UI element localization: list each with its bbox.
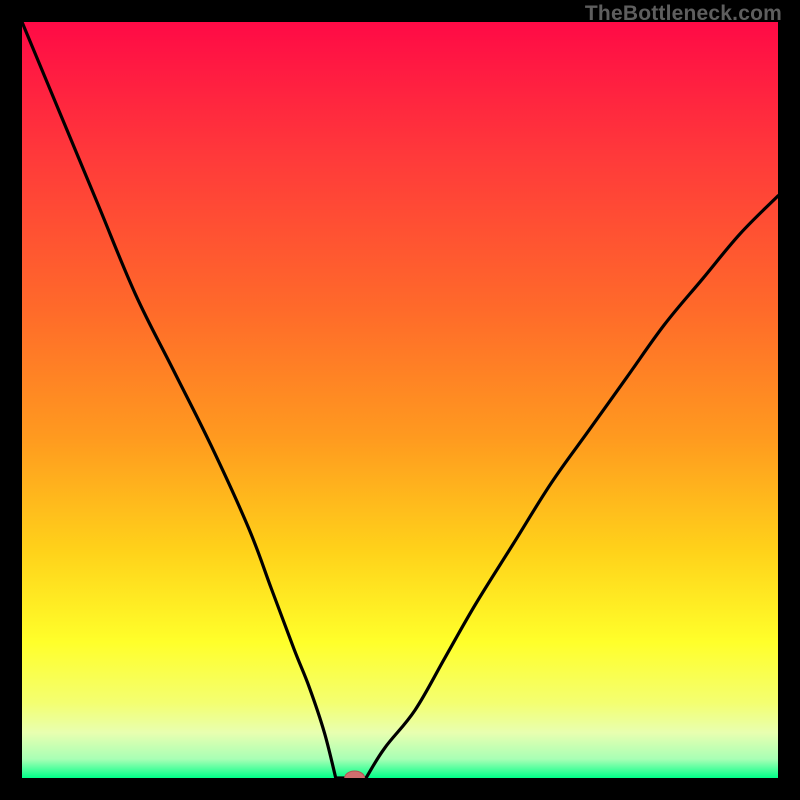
gradient-background xyxy=(22,22,778,778)
chart-plot-area xyxy=(22,22,778,778)
chart-stage: TheBottleneck.com xyxy=(0,0,800,800)
chart-svg xyxy=(22,22,778,778)
